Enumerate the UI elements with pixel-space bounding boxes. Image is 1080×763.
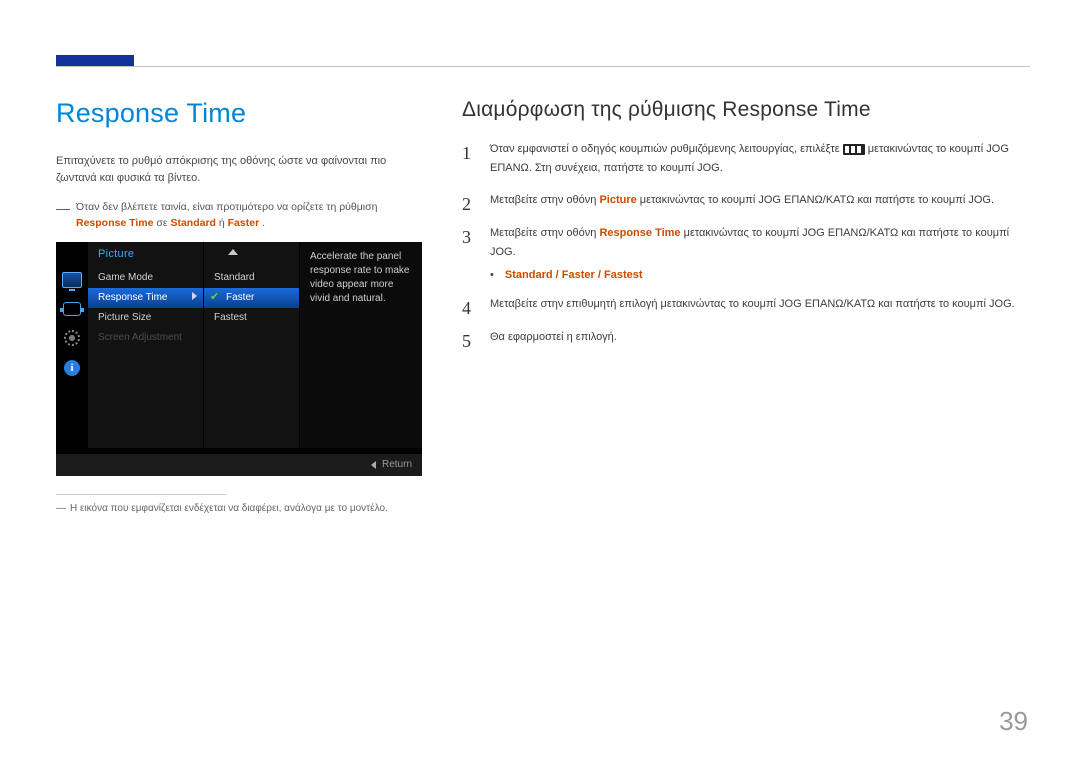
page-title: Response Time bbox=[56, 98, 426, 129]
osd-spacer bbox=[204, 242, 299, 268]
step-number: 1 bbox=[462, 138, 471, 169]
osd-option-fastest: Fastest bbox=[204, 308, 299, 328]
step-number: 5 bbox=[462, 326, 471, 357]
osd-item-response-time-label: Response Time bbox=[98, 292, 167, 303]
note-term-2: Standard bbox=[170, 217, 216, 229]
step-3-text-a: Μεταβείτε στην οθόνη bbox=[490, 227, 599, 239]
step-number: 2 bbox=[462, 189, 471, 220]
option-standard: Standard bbox=[505, 269, 553, 281]
section-subtitle: Διαμόρφωση της ρύθμισης Response Time bbox=[462, 98, 1030, 122]
right-column: Διαμόρφωση της ρύθμισης Response Time 1 … bbox=[462, 98, 1030, 514]
step-3: 3 Μεταβείτε στην οθόνη Response Time μετ… bbox=[462, 224, 1030, 261]
note-term-1: Response Time bbox=[76, 217, 153, 229]
steps-list: 1 Όταν εμφανιστεί ο οδηγός κουμπιών ρυθμ… bbox=[462, 140, 1030, 261]
osd-description: Accelerate the panel response rate to ma… bbox=[300, 242, 422, 448]
header-accent-bar bbox=[56, 55, 134, 66]
osd-screenshot: i Picture Game Mode Response Time Pictur… bbox=[56, 242, 422, 476]
note-text-end: . bbox=[262, 217, 265, 229]
steps-list-cont: 4 Μεταβείτε στην επιθυμητή επιλογή μετακ… bbox=[462, 295, 1030, 346]
step-2: 2 Μεταβείτε στην οθόνη Picture μετακινών… bbox=[462, 191, 1030, 210]
header-rule bbox=[56, 66, 1030, 68]
note-block: ― Όταν δεν βλέπετε ταινία, είναι προτιμό… bbox=[56, 199, 426, 232]
note-text-or: ή bbox=[219, 217, 228, 229]
step-2-text-b: μετακινώντας το κουμπί JOG ΕΠΑΝΩ/ΚΑΤΩ κα… bbox=[640, 194, 994, 206]
osd-option-standard: Standard bbox=[204, 268, 299, 288]
osd-item-game-mode: Game Mode bbox=[88, 268, 203, 288]
step-4-text: Μεταβείτε στην επιθυμητή επιλογή μετακιν… bbox=[490, 298, 1015, 310]
osd-category-label: Picture bbox=[88, 242, 203, 268]
osd-option-faster-label: Faster bbox=[214, 292, 254, 303]
footnote-divider bbox=[56, 494, 226, 495]
step-5: 5 Θα εφαρμοστεί η επιλογή. bbox=[462, 328, 1030, 347]
osd-submenu-column: Standard ✔ Faster Fastest bbox=[204, 242, 300, 448]
step-1: 1 Όταν εμφανιστεί ο οδηγός κουμπιών ρυθμ… bbox=[462, 140, 1030, 177]
note-text-mid: σε bbox=[156, 217, 170, 229]
osd-item-picture-size: Picture Size bbox=[88, 308, 203, 328]
chevron-right-icon bbox=[192, 292, 197, 300]
option-faster: Faster bbox=[562, 269, 595, 281]
osd-return-label: Return bbox=[382, 459, 412, 470]
page: Response Time Επιταχύνετε το ρυθμό απόκρ… bbox=[0, 0, 1080, 763]
osd-option-faster: ✔ Faster bbox=[204, 288, 299, 308]
step-1-text-a: Όταν εμφανιστεί ο οδηγός κουμπιών ρυθμιζ… bbox=[490, 143, 843, 155]
step-2-term: Picture bbox=[599, 194, 636, 206]
step-number: 4 bbox=[462, 293, 471, 324]
jog-menu-icon bbox=[843, 144, 865, 155]
check-icon: ✔ bbox=[210, 291, 219, 303]
step-5-text: Θα εφαρμοστεί η επιλογή. bbox=[490, 331, 617, 343]
osd-main: Picture Game Mode Response Time Picture … bbox=[88, 242, 422, 448]
footnote-text: Η εικόνα που εμφανίζεται ενδέχεται να δι… bbox=[70, 503, 388, 514]
step-number: 3 bbox=[462, 222, 471, 253]
back-arrow-icon bbox=[371, 461, 376, 469]
osd-body: i Picture Game Mode Response Time Pictur… bbox=[56, 242, 422, 448]
left-column: Response Time Επιταχύνετε το ρυθμό απόκρ… bbox=[56, 98, 426, 514]
step-3-term: Response Time bbox=[599, 227, 680, 239]
scroll-up-arrow-icon bbox=[228, 249, 238, 255]
osd-icon-sidebar: i bbox=[56, 242, 88, 448]
footnote-dash-icon: ― bbox=[56, 503, 66, 514]
osd-footer: Return bbox=[56, 454, 422, 476]
osd-item-response-time: Response Time bbox=[88, 288, 203, 308]
content-columns: Response Time Επιταχύνετε το ρυθμό απόκρ… bbox=[56, 98, 1030, 514]
step-4: 4 Μεταβείτε στην επιθυμητή επιλογή μετακ… bbox=[462, 295, 1030, 314]
footnote: ― Η εικόνα που εμφανίζεται ενδέχεται να … bbox=[56, 503, 426, 514]
settings-tab-icon bbox=[63, 302, 81, 316]
step-2-text-a: Μεταβείτε στην οθόνη bbox=[490, 194, 599, 206]
osd-item-screen-adjustment: Screen Adjustment bbox=[88, 328, 203, 348]
intro-paragraph: Επιταχύνετε το ρυθμό απόκρισης της οθόνη… bbox=[56, 153, 426, 187]
note-dash-icon: ― bbox=[56, 198, 70, 220]
note-text-prefix: Όταν δεν βλέπετε ταινία, είναι προτιμότε… bbox=[76, 201, 377, 213]
page-number: 39 bbox=[999, 706, 1028, 737]
info-icon: i bbox=[64, 360, 80, 376]
option-fastest: Fastest bbox=[604, 269, 643, 281]
osd-menu-column: Picture Game Mode Response Time Picture … bbox=[88, 242, 204, 448]
options-bullet: Standard / Faster / Fastest bbox=[462, 269, 1030, 281]
picture-tab-icon bbox=[62, 272, 82, 288]
note-term-3: Faster bbox=[228, 217, 260, 229]
gear-icon bbox=[64, 330, 80, 346]
